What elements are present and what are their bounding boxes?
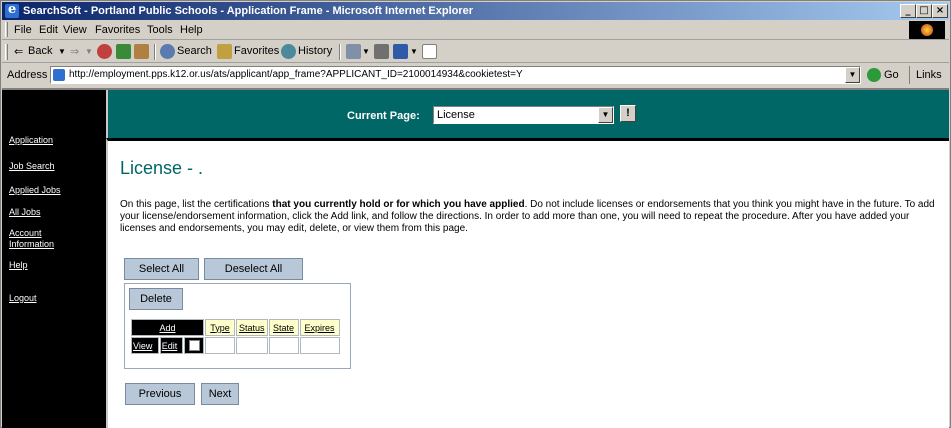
main-content: License - . On this page, list the certi…: [106, 138, 949, 428]
menu-file[interactable]: File: [14, 24, 32, 36]
type-cell: [205, 337, 235, 354]
sidebar-item-logout[interactable]: Logout: [9, 293, 37, 304]
current-page-label: Current Page:: [347, 110, 420, 122]
sidebar-item-applied-jobs[interactable]: Applied Jobs: [9, 185, 61, 196]
go-arrow-icon[interactable]: [867, 68, 881, 82]
license-table: Add Type Status State Expires View Edit: [130, 318, 341, 355]
edit-link[interactable]: Edit: [159, 337, 183, 354]
page-title: License - .: [120, 158, 204, 178]
go-button[interactable]: Go: [884, 69, 899, 81]
sidebar-item-job-search[interactable]: Job Search: [9, 161, 55, 172]
close-button[interactable]: ×: [932, 4, 948, 18]
maximize-button[interactable]: □: [916, 4, 932, 18]
address-dropdown-icon[interactable]: ▼: [845, 67, 860, 83]
go-page-button[interactable]: !: [620, 105, 636, 122]
home-icon[interactable]: [134, 44, 149, 59]
add-link[interactable]: Add: [131, 319, 204, 336]
stop-icon[interactable]: [97, 44, 112, 59]
license-panel: Delete Add Type Status State Expires Vie…: [124, 283, 351, 369]
favorites-icon[interactable]: [217, 44, 232, 59]
menu-edit[interactable]: Edit: [39, 24, 58, 36]
current-page-select[interactable]: License ▼: [433, 106, 614, 124]
print-icon[interactable]: [374, 44, 389, 59]
minimize-button[interactable]: _: [900, 4, 916, 18]
row-checkbox[interactable]: [189, 340, 200, 351]
status-cell: [236, 337, 268, 354]
edit-dropdown-icon[interactable]: ▼: [410, 47, 418, 56]
page-viewport: Application Job Search Applied Jobs All …: [2, 88, 949, 428]
column-type[interactable]: Type: [205, 319, 235, 336]
sidebar-item-account-information[interactable]: Account Information: [9, 228, 59, 250]
view-link[interactable]: View: [131, 337, 159, 354]
sidebar-nav: Application Job Search Applied Jobs All …: [2, 90, 106, 428]
row-select-cell: [184, 337, 204, 354]
window-title: SearchSoft - Portland Public Schools - A…: [23, 5, 474, 17]
previous-button[interactable]: Previous: [125, 383, 195, 405]
next-button[interactable]: Next: [201, 383, 239, 405]
delete-button[interactable]: Delete: [129, 288, 183, 310]
history-icon[interactable]: [281, 44, 296, 59]
title-bar: SearchSoft - Portland Public Schools - A…: [2, 2, 949, 20]
forward-dropdown-icon[interactable]: ▼: [85, 47, 93, 56]
address-bar: Address http://employment.pps.k12.or.us/…: [2, 64, 949, 86]
menu-grip: [5, 22, 8, 37]
current-page-value[interactable]: License: [437, 109, 475, 121]
deselect-all-button[interactable]: Deselect All: [204, 258, 303, 280]
table-row: View Edit: [131, 337, 340, 354]
column-expires[interactable]: Expires: [299, 319, 340, 336]
forward-arrow-icon[interactable]: ⇒: [70, 45, 79, 58]
word-edit-icon[interactable]: [393, 44, 408, 59]
windows-logo-icon: [909, 21, 945, 39]
sidebar-item-application[interactable]: Application: [9, 135, 53, 146]
search-icon[interactable]: [160, 44, 175, 59]
address-input[interactable]: http://employment.pps.k12.or.us/ats/appl…: [50, 66, 861, 84]
back-arrow-icon[interactable]: ⇐: [14, 45, 23, 58]
column-state[interactable]: State: [268, 319, 299, 336]
address-label: Address: [7, 69, 48, 81]
menu-tools[interactable]: Tools: [147, 24, 173, 36]
table-header-row: Add Type Status State Expires: [131, 319, 340, 336]
links-button[interactable]: Links: [909, 66, 946, 84]
column-status[interactable]: Status: [236, 319, 268, 336]
mail-icon[interactable]: [346, 44, 361, 59]
refresh-icon[interactable]: [116, 44, 131, 59]
mail-dropdown-icon[interactable]: ▼: [362, 47, 370, 56]
standard-toolbar: ⇐ Back ▼ ⇒ ▼ Search Favorites History ▼ …: [2, 41, 949, 63]
toolbar-separator: [154, 44, 156, 60]
menu-help[interactable]: Help: [180, 24, 203, 36]
ie-logo-icon: [5, 2, 19, 18]
back-dropdown-icon[interactable]: ▼: [58, 47, 66, 56]
state-cell: [268, 337, 299, 354]
select-all-button[interactable]: Select All: [124, 258, 199, 280]
instructions-emphasis: that you currently hold or for which you…: [272, 199, 525, 210]
toolbar-separator: [339, 44, 341, 60]
instructions-text: On this page, list the certifications th…: [120, 199, 946, 235]
back-button[interactable]: Back: [28, 45, 52, 57]
page-icon: [53, 69, 65, 81]
menu-bar: File Edit View Favorites Tools Help: [2, 20, 949, 40]
favorites-button[interactable]: Favorites: [234, 45, 279, 57]
address-url[interactable]: http://employment.pps.k12.or.us/ats/appl…: [69, 69, 523, 80]
search-button[interactable]: Search: [177, 45, 212, 57]
current-page-bar: Current Page: License ▼ !: [106, 90, 949, 138]
expires-cell: [299, 337, 340, 354]
sidebar-item-help[interactable]: Help: [9, 260, 28, 271]
toolbar-grip: [5, 44, 8, 60]
discuss-icon[interactable]: [422, 44, 437, 59]
history-button[interactable]: History: [298, 45, 332, 57]
menu-favorites[interactable]: Favorites: [95, 24, 140, 36]
sidebar-item-all-jobs[interactable]: All Jobs: [9, 207, 41, 218]
chevron-down-icon[interactable]: ▼: [598, 107, 613, 123]
instructions-lead: On this page, list the certifications: [120, 199, 273, 210]
browser-window: SearchSoft - Portland Public Schools - A…: [0, 0, 951, 428]
menu-view[interactable]: View: [63, 24, 87, 36]
